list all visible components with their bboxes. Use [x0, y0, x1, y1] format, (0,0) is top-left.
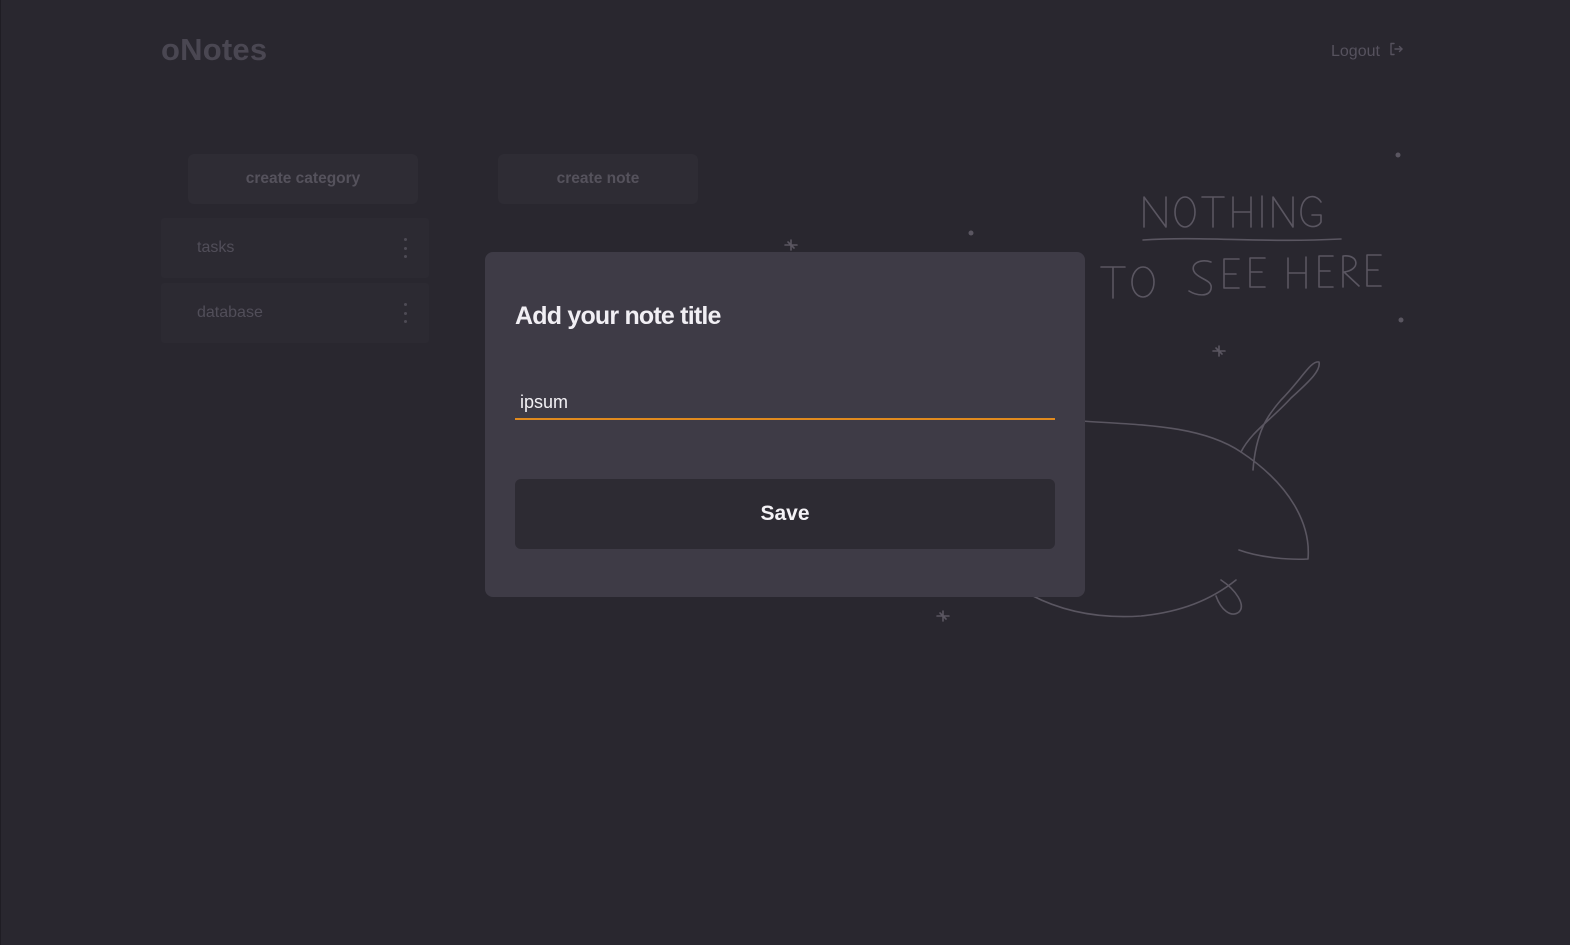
- category-label: database: [197, 304, 263, 321]
- category-item-database[interactable]: database: [161, 283, 429, 343]
- more-vertical-icon[interactable]: [399, 238, 411, 258]
- empty-text-line2: [1100, 254, 1382, 299]
- logout-button[interactable]: Logout: [1331, 41, 1404, 62]
- category-item-tasks[interactable]: tasks: [161, 218, 429, 278]
- save-button[interactable]: Save: [515, 479, 1055, 549]
- logout-label: Logout: [1331, 42, 1380, 60]
- logout-icon: [1388, 41, 1404, 62]
- notes-page: oNotes Logout create category create not…: [0, 0, 1570, 945]
- modal-title: Add your note title: [515, 302, 721, 330]
- note-title-input[interactable]: [515, 386, 1055, 420]
- category-label: tasks: [197, 239, 235, 256]
- add-note-modal: Add your note title Save: [485, 252, 1085, 597]
- create-category-button[interactable]: create category: [188, 154, 418, 204]
- app-title: oNotes: [161, 32, 268, 67]
- create-note-button[interactable]: create note: [498, 154, 698, 204]
- empty-text-line1: [1142, 195, 1342, 242]
- more-vertical-icon[interactable]: [399, 303, 411, 323]
